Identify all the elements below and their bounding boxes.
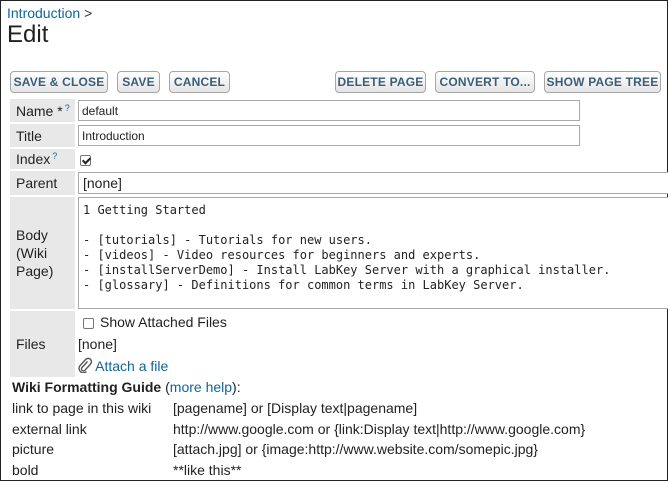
title-label: Title [10, 124, 75, 147]
files-label: Files [10, 311, 75, 377]
guide-row-key: picture [12, 441, 55, 458]
show-attached-files-label: Show Attached Files [100, 314, 227, 330]
name-label: Name *? [10, 99, 75, 122]
parent-select[interactable]: [none] [78, 172, 668, 194]
files-value: [none] [78, 336, 117, 352]
breadcrumb: Introduction > [7, 5, 92, 21]
show-attached-files-checkbox[interactable] [83, 317, 94, 329]
guide-row-key: external link [12, 420, 87, 437]
index-label: Index? [10, 149, 75, 169]
breadcrumb-separator: > [84, 5, 93, 21]
guide-title-text: Wiki Formatting Guide [12, 379, 162, 395]
show-page-tree-button[interactable]: SHOW PAGE TREE [544, 71, 661, 93]
save-button[interactable]: SAVE [117, 71, 160, 93]
attach-file-row: Attach a file [78, 355, 668, 377]
guide-row: picture [attach.jpg] or {image:http://ww… [12, 439, 585, 460]
name-label-text: Name * [16, 102, 63, 119]
guide-open-paren: ( [161, 379, 170, 395]
attach-file-link[interactable]: Attach a file [95, 358, 168, 374]
guide-row-key: bold [12, 461, 39, 478]
guide-title: Wiki Formatting Guide (more help): [12, 379, 585, 395]
delete-page-button[interactable]: DELETE PAGE [335, 71, 426, 93]
guide-row: external link http://www.google.com or {… [12, 419, 585, 440]
convert-to-button[interactable]: CONVERT TO... [435, 71, 535, 93]
guide-row-value: http://www.google.com or {link:Display t… [173, 420, 586, 437]
title-input[interactable] [78, 125, 580, 146]
guide-row-value: [pagename] or [Display text|pagename] [173, 400, 418, 417]
guide-row-value: [attach.jpg] or {image:http://www.websit… [173, 441, 538, 458]
more-help-link[interactable]: more help [170, 379, 232, 395]
index-help-icon[interactable]: ? [52, 151, 57, 161]
wiki-formatting-guide: Wiki Formatting Guide (more help): link … [12, 379, 585, 480]
index-label-text: Index [16, 151, 51, 167]
guide-row-key: link to page in this wiki [12, 400, 152, 417]
guide-row-value: **like this** [173, 461, 242, 478]
cancel-button[interactable]: CANCEL [169, 71, 230, 93]
paperclip-icon [78, 357, 93, 374]
body-label: Body (Wiki Page) [10, 197, 75, 309]
show-attached-files-row: Show Attached Files [78, 311, 668, 333]
page-title: Edit [7, 21, 49, 48]
body-textarea[interactable]: 1 Getting Started - [tutorials] - Tutori… [78, 197, 668, 309]
parent-label: Parent [10, 171, 75, 195]
index-checkbox[interactable] [80, 154, 91, 166]
guide-table: link to page in this wiki [pagename] or … [12, 398, 585, 480]
guide-row: bold **like this** [12, 460, 585, 481]
name-input[interactable] [78, 100, 580, 121]
name-help-icon[interactable]: ? [65, 103, 70, 113]
guide-close-paren: ): [232, 379, 241, 395]
breadcrumb-link-introduction[interactable]: Introduction [7, 5, 80, 21]
wiki-edit-form: Name *? Title Index? Parent [none] Body … [10, 97, 668, 379]
save-and-close-button[interactable]: SAVE & CLOSE [10, 71, 108, 93]
guide-row: link to page in this wiki [pagename] or … [12, 398, 585, 419]
body-label-text: Body (Wiki Page) [16, 227, 54, 279]
